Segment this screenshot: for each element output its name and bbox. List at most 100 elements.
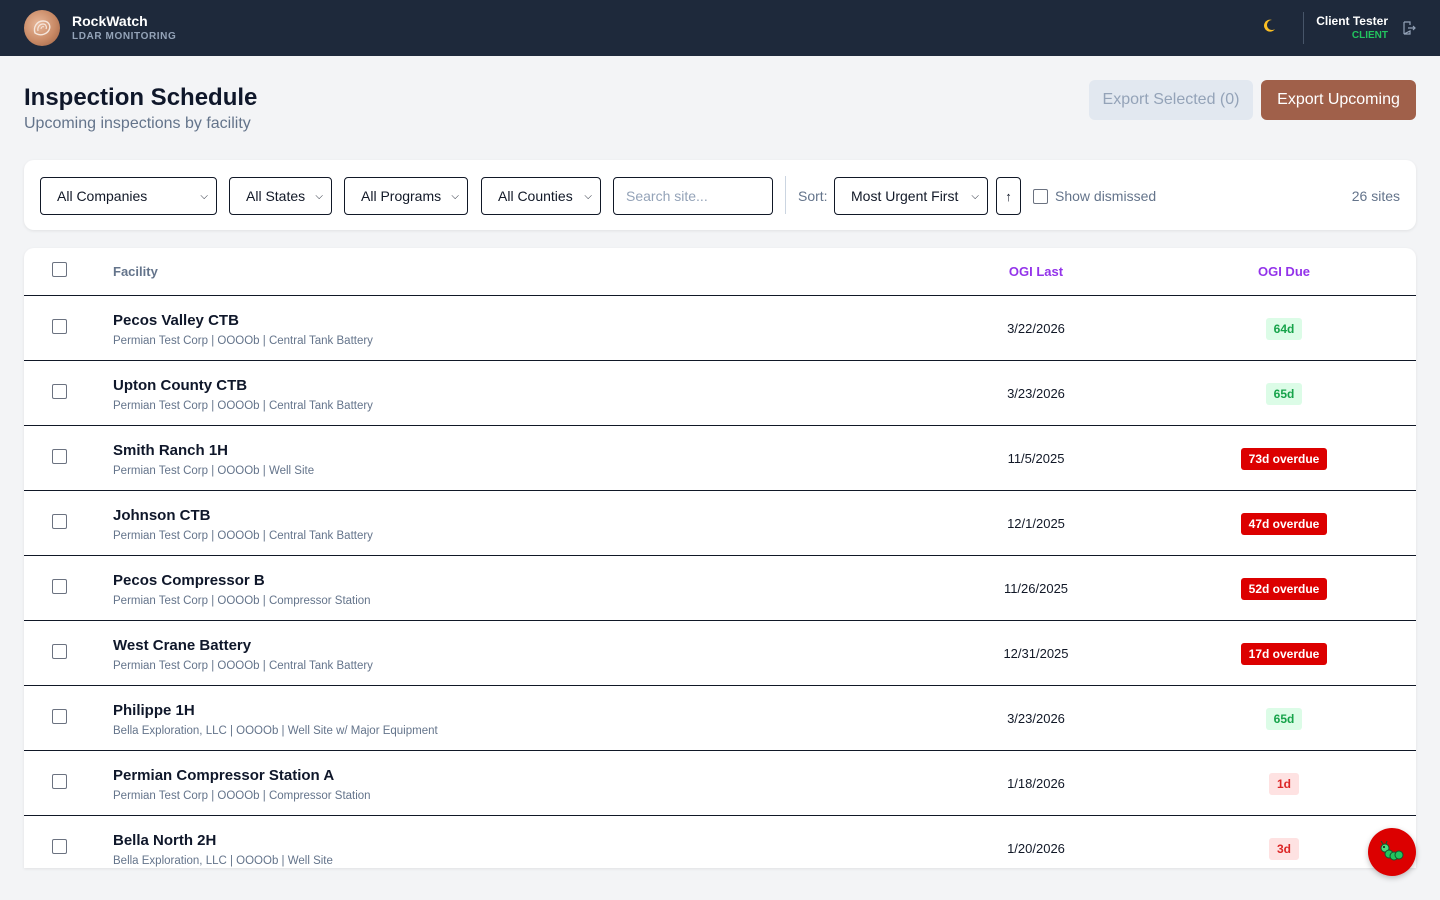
site-count: 26 sites [1351,188,1400,204]
ogi-last-date: 1/18/2026 [1007,776,1065,791]
filter-divider [785,176,786,214]
facility-meta: Bella Exploration, LLC | OOOOb | Well Si… [113,725,438,737]
facility-name[interactable]: Johnson CTB [113,507,211,524]
app-name: RockWatch [72,12,148,29]
ogi-due-badge: 1d [1268,773,1299,795]
program-select[interactable]: All Programs ⌵ [344,177,468,215]
program-select-value: All Programs [361,188,442,204]
ogi-last-date: 3/23/2026 [1007,386,1065,401]
table-row[interactable]: Philippe 1H Bella Exploration, LLC | OOO… [24,686,1416,751]
company-select[interactable]: All Companies ⌵ [40,177,217,215]
ogi-last-date: 1/20/2026 [1007,841,1065,856]
row-checkbox[interactable] [52,449,67,464]
facility-name[interactable]: Upton County CTB [113,377,247,394]
facility-meta: Permian Test Corp | OOOOb | Compressor S… [113,595,371,607]
table-row[interactable]: Smith Ranch 1H Permian Test Corp | OOOOb… [24,426,1416,491]
sort-select[interactable]: Most Urgent First ⌵ [834,177,988,215]
ogi-due-badge: 73d overdue [1240,448,1328,470]
facility-name[interactable]: Smith Ranch 1H [113,442,228,459]
chevron-down-icon: ⌵ [584,190,592,202]
row-checkbox[interactable] [52,579,67,594]
show-dismissed-checkbox[interactable] [1033,188,1048,204]
table-row[interactable]: Pecos Valley CTB Permian Test Corp | OOO… [24,296,1416,361]
state-select[interactable]: All States ⌵ [229,177,332,215]
column-header-ogi-last[interactable]: OGI Last [986,264,1086,279]
export-selected-button[interactable]: Export Selected (0) [1089,80,1253,120]
facility-name[interactable]: Bella North 2H [113,832,216,849]
chevron-down-icon: ⌵ [200,190,208,202]
facility-name[interactable]: Pecos Compressor B [113,572,265,589]
moon-icon[interactable] [1261,18,1277,38]
user-role: CLIENT [1351,29,1388,41]
ogi-due-badge: 65d [1265,383,1303,405]
row-checkbox[interactable] [52,644,67,659]
app-subtitle: LDAR MONITORING [72,30,177,42]
export-upcoming-button[interactable]: Export Upcoming [1261,80,1416,120]
topbar-right: Client Tester CLIENT [1261,0,1416,56]
county-select-value: All Counties [498,188,573,204]
ogi-due-badge: 65d [1265,708,1303,730]
row-checkbox[interactable] [52,709,67,724]
column-header-facility[interactable]: Facility [113,264,158,279]
facility-name[interactable]: Pecos Valley CTB [113,312,239,329]
ogi-last-date: 12/31/2025 [1003,646,1069,661]
facility-name[interactable]: Philippe 1H [113,702,195,719]
caterpillar-bug-icon[interactable] [1368,828,1416,876]
page-subtitle: Upcoming inspections by facility [24,115,251,132]
facility-meta: Bella Exploration, LLC | OOOOb | Well Si… [113,855,333,867]
facility-meta: Permian Test Corp | OOOOb | Central Tank… [113,660,373,672]
column-header-ogi-due[interactable]: OGI Due [1234,264,1334,279]
ogi-last-date: 11/5/2025 [1007,451,1065,466]
table-row[interactable]: Permian Compressor Station A Permian Tes… [24,751,1416,816]
ogi-due-badge: 3d [1268,838,1299,860]
show-dismissed-toggle[interactable]: Show dismissed [1033,188,1156,204]
row-checkbox[interactable] [52,319,67,334]
ogi-last-date: 3/23/2026 [1007,711,1065,726]
inspection-table: Facility OGI Last OGI Due Pecos Valley C… [24,248,1416,868]
ogi-due-badge: 17d overdue [1240,643,1328,665]
ogi-due-badge: 64d [1265,318,1303,340]
sort-select-value: Most Urgent First [851,188,959,204]
county-select[interactable]: All Counties ⌵ [481,177,601,215]
facility-name[interactable]: Permian Compressor Station A [113,767,334,784]
table-row[interactable]: Johnson CTB Permian Test Corp | OOOOb | … [24,491,1416,556]
ogi-due-badge: 52d overdue [1240,578,1328,600]
facility-meta: Permian Test Corp | OOOOb | Central Tank… [113,400,373,412]
row-checkbox[interactable] [52,514,67,529]
filter-bar: All Companies ⌵ All States ⌵ All Program… [24,160,1416,230]
table-row[interactable]: West Crane Battery Permian Test Corp | O… [24,621,1416,686]
chevron-down-icon: ⌵ [971,190,979,202]
facility-meta: Permian Test Corp | OOOOb | Central Tank… [113,335,373,347]
page-title: Inspection Schedule [24,84,258,111]
facility-name[interactable]: West Crane Battery [113,637,251,654]
topbar-divider [1303,12,1305,44]
user-name: Client Tester [1316,13,1388,28]
company-select-value: All Companies [57,188,148,204]
user-info: Client Tester CLIENT [1316,14,1388,43]
table-row[interactable]: Bella North 2H Bella Exploration, LLC | … [24,816,1416,868]
ogi-last-date: 3/22/2026 [1007,321,1065,336]
table-row[interactable]: Upton County CTB Permian Test Corp | OOO… [24,361,1416,426]
row-checkbox[interactable] [52,384,67,399]
logout-icon[interactable] [1402,21,1416,35]
row-checkbox[interactable] [52,774,67,789]
facility-meta: Permian Test Corp | OOOOb | Compressor S… [113,790,371,802]
chevron-down-icon: ⌵ [451,190,459,202]
chevron-down-icon: ⌵ [315,190,323,202]
rock-logo-icon[interactable] [24,10,60,46]
sort-label: Sort: [798,188,828,204]
state-select-value: All States [246,188,306,204]
table-header: Facility OGI Last OGI Due [24,248,1416,296]
top-bar: RockWatch LDAR MONITORING Client Tester … [0,0,1440,56]
show-dismissed-label: Show dismissed [1055,188,1157,204]
row-checkbox[interactable] [52,839,67,854]
select-all-checkbox[interactable] [52,262,67,277]
ogi-last-date: 12/1/2025 [1007,516,1065,531]
sort-direction-button[interactable]: ↑ [996,177,1021,215]
facility-meta: Permian Test Corp | OOOOb | Well Site [113,465,315,477]
table-row[interactable]: Pecos Compressor B Permian Test Corp | O… [24,556,1416,621]
facility-meta: Permian Test Corp | OOOOb | Central Tank… [113,530,373,542]
search-input[interactable] [613,177,773,215]
brand: RockWatch LDAR MONITORING [72,13,176,44]
ogi-due-badge: 47d overdue [1240,513,1328,535]
